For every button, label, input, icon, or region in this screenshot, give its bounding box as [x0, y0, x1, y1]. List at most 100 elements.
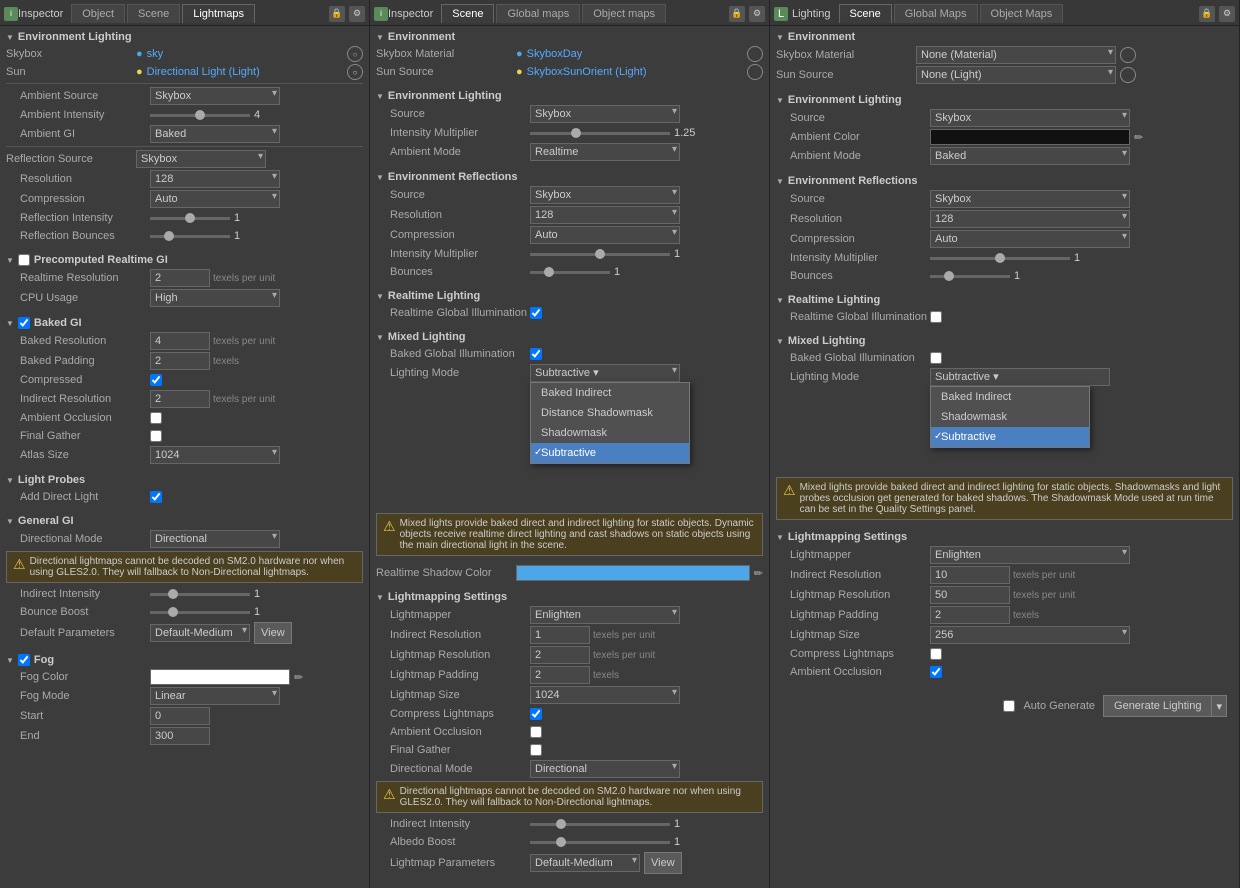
refl-source-select-p3[interactable]: Skybox — [930, 190, 1130, 208]
menu-item-baked-indirect-p2[interactable]: Baked Indirect — [531, 383, 689, 403]
pencil-shadow-p2[interactable]: ✏ — [754, 567, 763, 580]
ambient-mode-select-p2[interactable]: Realtime — [530, 143, 680, 161]
sun-source-circle-p3[interactable] — [1120, 67, 1136, 83]
fog-start-input-p1[interactable] — [150, 707, 210, 725]
atlas-size-select-p1[interactable]: 1024 — [150, 446, 280, 464]
refl-res-select-p2[interactable]: 128 — [530, 206, 680, 224]
lightmapper-select-p2[interactable]: Enlighten — [530, 606, 680, 624]
realtime-res-input-p1[interactable] — [150, 269, 210, 287]
albedo-boost-range-p2[interactable] — [530, 841, 670, 844]
refl-res-select-p3[interactable]: 128 — [930, 210, 1130, 228]
fog-header-p1[interactable]: ▼ Fog — [6, 651, 363, 668]
resolution-select-p1[interactable]: 128 — [150, 170, 280, 188]
settings-icon-p3[interactable]: ⚙ — [1219, 6, 1235, 22]
lighting-mode-display-p3[interactable]: Subtractive ▾ — [930, 368, 1110, 386]
sun-value-p1[interactable]: Directional Light (Light) — [147, 66, 260, 78]
settings-icon-p1[interactable]: ⚙ — [349, 6, 365, 22]
tab-scene-p3[interactable]: Scene — [839, 4, 892, 23]
skybox-mat-circle-p2[interactable] — [747, 46, 763, 62]
environment-header-p2[interactable]: ▼ Environment — [376, 28, 763, 45]
sun-source-val-p2[interactable]: SkyboxSunOrient (Light) — [527, 66, 647, 78]
menu-item-baked-indirect-p3[interactable]: Baked Indirect — [931, 387, 1089, 407]
final-gather-check-p1[interactable] — [150, 430, 162, 442]
lm-padding-input-p2[interactable] — [530, 666, 590, 684]
baked-gi-check-p1[interactable] — [18, 317, 30, 329]
realtime-lighting-header-p3[interactable]: ▼ Realtime Lighting — [776, 291, 1233, 308]
baked-gi-header-p1[interactable]: ▼ Baked GI — [6, 314, 363, 331]
mixed-lighting-header-p3[interactable]: ▼ Mixed Lighting — [776, 332, 1233, 349]
source-select-p3[interactable]: Skybox — [930, 109, 1130, 127]
mixed-lighting-header-p2[interactable]: ▼ Mixed Lighting — [376, 328, 763, 345]
lm-size-select-p3[interactable]: 256 — [930, 626, 1130, 644]
lm-res-input-p2[interactable] — [530, 646, 590, 664]
compression-select-p1[interactable]: Auto — [150, 190, 280, 208]
default-params-select-p1[interactable]: Default-Medium — [150, 624, 250, 642]
env-lighting-header-p1[interactable]: ▼ Environment Lighting — [6, 28, 363, 45]
ambient-color-swatch-p3[interactable] — [930, 129, 1130, 145]
fog-color-swatch-p1[interactable] — [150, 669, 290, 685]
skybox-mat-circle-p3[interactable] — [1120, 47, 1136, 63]
realtime-lighting-header-p2[interactable]: ▼ Realtime Lighting — [376, 287, 763, 304]
generate-lighting-arrow-p3[interactable]: ▾ — [1212, 695, 1227, 717]
ambient-mode-select-p3[interactable]: Baked — [930, 147, 1130, 165]
ambient-source-select-p1[interactable]: Skybox — [150, 87, 280, 105]
pencil-icon-p1[interactable]: ✏ — [294, 671, 303, 684]
env-lighting-header-p3[interactable]: ▼ Environment Lighting — [776, 91, 1233, 108]
lm-padding-input-p3[interactable] — [930, 606, 1010, 624]
lighting-mode-display-p2[interactable]: Subtractive ▾ — [530, 364, 680, 382]
refl-bounces-range-p1[interactable] — [150, 235, 230, 238]
lightmapping-header-p2[interactable]: ▼ Lightmapping Settings — [376, 588, 763, 605]
ao-check-p3[interactable] — [930, 666, 942, 678]
fog-check-p1[interactable] — [18, 654, 30, 666]
skybox-value-p1[interactable]: sky — [147, 48, 164, 60]
fg-check-p2[interactable] — [530, 744, 542, 756]
tab-object-p1[interactable]: Object — [71, 4, 125, 23]
dir-mode-select-p1[interactable]: Directional — [150, 530, 280, 548]
tab-scene-p2[interactable]: Scene — [441, 4, 494, 23]
tab-object-maps-p3[interactable]: Object Maps — [980, 4, 1064, 23]
lm-size-select-p2[interactable]: 1024 — [530, 686, 680, 704]
rgi-check-p3[interactable] — [930, 311, 942, 323]
precomputed-gi-header-p1[interactable]: ▼ Precomputed Realtime GI — [6, 251, 363, 268]
ambient-intensity-slider-p1[interactable] — [150, 114, 250, 117]
refl-comp-select-p2[interactable]: Auto — [530, 226, 680, 244]
env-lighting-header-p2[interactable]: ▼ Environment Lighting — [376, 87, 763, 104]
bounce-boost-range-p1[interactable] — [150, 611, 250, 614]
menu-item-shadowmask-p3[interactable]: Shadowmask — [931, 407, 1089, 427]
pencil-ambient-p3[interactable]: ✏ — [1134, 131, 1143, 144]
source-select-p2[interactable]: Skybox — [530, 105, 680, 123]
indirect-res-input-p1[interactable] — [150, 390, 210, 408]
tab-global-maps-p3[interactable]: Global Maps — [894, 4, 978, 23]
shadow-color-swatch-p2[interactable] — [516, 565, 750, 581]
dir-mode-lm-select-p2[interactable]: Directional — [530, 760, 680, 778]
compress-lm-check-p3[interactable] — [930, 648, 942, 660]
lock-icon-p1[interactable]: 🔒 — [329, 6, 345, 22]
menu-item-subtractive-p2[interactable]: Subtractive — [531, 443, 689, 463]
fog-end-input-p1[interactable] — [150, 727, 210, 745]
refl-intensity-range-p2[interactable] — [530, 253, 670, 256]
menu-item-distance-shadowmask-p2[interactable]: Distance Shadowmask — [531, 403, 689, 423]
lock-icon-p3[interactable]: 🔒 — [1199, 6, 1215, 22]
ao-check-p2[interactable] — [530, 726, 542, 738]
baked-res-input-p1[interactable] — [150, 332, 210, 350]
auto-generate-check-p3[interactable] — [1003, 700, 1015, 712]
rgi-check-p2[interactable] — [530, 307, 542, 319]
baked-gi-check-p3[interactable] — [930, 352, 942, 364]
lm-res-input-p3[interactable] — [930, 586, 1010, 604]
tab-scene-p1[interactable]: Scene — [127, 4, 180, 23]
view-btn-p2[interactable]: View — [644, 852, 682, 874]
reflection-source-select-p1[interactable]: Skybox — [136, 150, 266, 168]
tab-object-maps-p2[interactable]: Object maps — [582, 4, 666, 23]
ambient-occ-check-p1[interactable] — [150, 412, 162, 424]
light-probes-header-p1[interactable]: ▼ Light Probes — [6, 471, 363, 488]
tab-lightmaps-p1[interactable]: Lightmaps — [182, 4, 255, 23]
refl-bounces-range-p3[interactable] — [930, 275, 1010, 278]
refl-bounces-range-p2[interactable] — [530, 271, 610, 274]
refl-source-select-p2[interactable]: Skybox — [530, 186, 680, 204]
env-refl-header-p2[interactable]: ▼ Environment Reflections — [376, 168, 763, 185]
compressed-check-p1[interactable] — [150, 374, 162, 386]
refl-intensity-range-p1[interactable] — [150, 217, 230, 220]
tab-global-maps-p2[interactable]: Global maps — [496, 4, 580, 23]
sun-source-select-p3[interactable]: None (Light) — [916, 66, 1116, 84]
environment-header-p3[interactable]: ▼ Environment — [776, 28, 1233, 45]
